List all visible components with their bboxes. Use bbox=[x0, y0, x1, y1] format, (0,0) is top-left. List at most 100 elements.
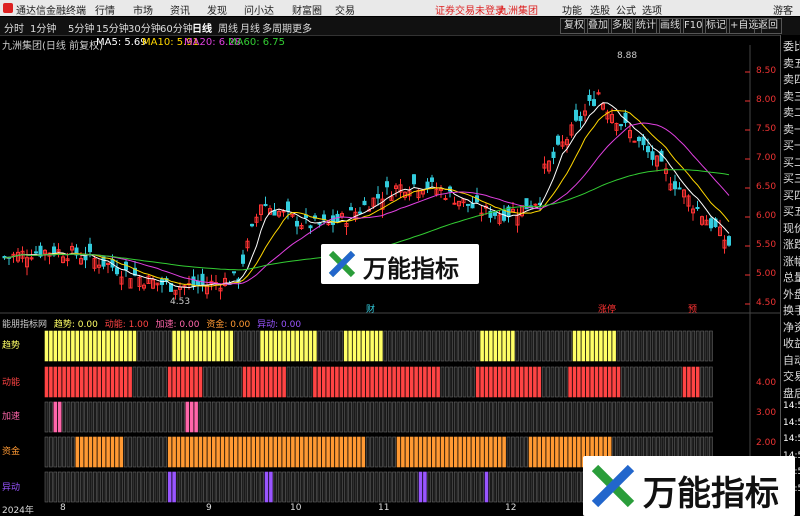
watermark-logo-icon bbox=[328, 250, 356, 278]
indicator-bar bbox=[88, 366, 93, 398]
indicator-bar bbox=[119, 401, 124, 433]
candle-body bbox=[533, 203, 538, 206]
indicator-bar bbox=[185, 366, 190, 398]
indicator-bar bbox=[709, 330, 713, 362]
indicator-bar bbox=[277, 330, 282, 362]
indicator-bar bbox=[264, 471, 269, 503]
menu-market[interactable]: 市场 bbox=[133, 2, 153, 17]
indicator-bar bbox=[405, 330, 410, 362]
indicator-bar bbox=[484, 401, 489, 433]
period-more[interactable]: 更多 bbox=[292, 20, 312, 35]
indicator-bar bbox=[695, 401, 700, 433]
indicator-bar bbox=[352, 471, 357, 503]
indicator-bar bbox=[436, 401, 440, 433]
period-15min[interactable]: 15分钟 bbox=[96, 20, 129, 35]
indicator-bar bbox=[167, 436, 172, 468]
indicator-bar bbox=[449, 401, 454, 433]
indicator-bar bbox=[418, 471, 423, 503]
indicator-bar bbox=[269, 366, 273, 398]
candle-body bbox=[34, 251, 38, 254]
back-button[interactable]: 返回 bbox=[754, 18, 782, 34]
indicator-bar bbox=[506, 471, 511, 503]
indicator-bar bbox=[321, 366, 326, 398]
period-30min[interactable]: 30分钟 bbox=[128, 20, 161, 35]
indicator-bar bbox=[53, 471, 58, 503]
indicator-bar bbox=[599, 330, 603, 362]
indicator-bar bbox=[176, 330, 181, 362]
indicator-bar bbox=[691, 330, 696, 362]
period-60min[interactable]: 60分钟 bbox=[160, 20, 193, 35]
indicator-bar bbox=[445, 401, 449, 433]
menu-formula[interactable]: 公式 bbox=[616, 2, 636, 17]
period-intraday[interactable]: 分时 bbox=[4, 20, 24, 35]
indicator-bar bbox=[572, 401, 577, 433]
indicator-bar bbox=[374, 436, 379, 468]
event-marker[interactable]: 预 bbox=[688, 304, 697, 315]
indicator-bar bbox=[313, 330, 317, 362]
indicator-bar bbox=[497, 436, 502, 468]
indicator-bar bbox=[700, 366, 704, 398]
period-daily[interactable]: 日线 bbox=[192, 20, 212, 35]
period-multi[interactable]: 多周期 bbox=[262, 20, 292, 35]
menu-trade[interactable]: 交易 bbox=[335, 2, 355, 17]
indicator-bar bbox=[704, 330, 709, 362]
indicator-bar bbox=[123, 401, 128, 433]
quote-field: 现价 bbox=[783, 221, 800, 235]
indicator-bar bbox=[700, 401, 704, 433]
indicator-bar bbox=[651, 366, 656, 398]
indicator-bar bbox=[528, 471, 533, 503]
candle-body bbox=[263, 203, 268, 207]
menu-function[interactable]: 功能 bbox=[562, 2, 582, 17]
login-alert[interactable]: 证券交易未登录 bbox=[435, 2, 505, 17]
indicator-bar bbox=[198, 471, 203, 503]
menu-options[interactable]: 选项 bbox=[642, 2, 662, 17]
indicator-bar bbox=[669, 401, 674, 433]
indicator-bar bbox=[260, 471, 264, 503]
period-1min[interactable]: 1分钟 bbox=[30, 20, 56, 35]
indicator-bar bbox=[207, 330, 212, 362]
indicator-bar bbox=[93, 436, 97, 468]
indicator-bar bbox=[71, 330, 75, 362]
period-weekly[interactable]: 周线 bbox=[218, 20, 238, 35]
menu-quotes[interactable]: 行情 bbox=[95, 2, 115, 17]
indicator-bar bbox=[616, 330, 621, 362]
menu-ask[interactable]: 问小达 bbox=[244, 2, 274, 17]
indicator-bar bbox=[273, 330, 278, 362]
period-monthly[interactable]: 月线 bbox=[240, 20, 260, 35]
indicator-bar bbox=[489, 330, 493, 362]
indicator-bar bbox=[106, 366, 110, 398]
indicator-bar bbox=[436, 471, 440, 503]
menu-wealth[interactable]: 财富圈 bbox=[292, 2, 322, 17]
quote-field: 收益 bbox=[783, 337, 800, 350]
indicator-bar bbox=[238, 330, 242, 362]
candle-body bbox=[470, 203, 475, 209]
menu-news[interactable]: 资讯 bbox=[170, 2, 190, 17]
watermark-corner: 万能指标 bbox=[583, 456, 795, 516]
indicator-bar bbox=[449, 436, 454, 468]
event-marker[interactable]: 涨停 bbox=[598, 303, 616, 315]
indicator-bar bbox=[211, 471, 216, 503]
indicator-bar bbox=[317, 471, 322, 503]
indicator-bar bbox=[132, 330, 137, 362]
period-5min[interactable]: 5分钟 bbox=[68, 20, 94, 35]
indicator-bar bbox=[163, 366, 168, 398]
indicator-bar bbox=[66, 471, 71, 503]
menu-stock-pick[interactable]: 选股 bbox=[590, 2, 610, 17]
guest-label[interactable]: 游客 bbox=[773, 2, 793, 17]
indicator-bar bbox=[449, 471, 454, 503]
menu-discover[interactable]: 发现 bbox=[207, 2, 227, 17]
indicator-bar bbox=[163, 330, 168, 362]
candle-body bbox=[677, 187, 682, 190]
indicator-bar bbox=[418, 366, 423, 398]
app-title: 通达信金融终端 bbox=[16, 6, 86, 17]
indicator-bar bbox=[396, 471, 401, 503]
indicator-bar bbox=[84, 436, 88, 468]
candle-body bbox=[430, 177, 434, 182]
event-marker[interactable]: 财 bbox=[366, 303, 375, 315]
indicator-bar bbox=[216, 330, 220, 362]
indicator-bar bbox=[71, 471, 75, 503]
indicator-tick: 3.00 bbox=[756, 408, 777, 418]
indicator-bar bbox=[282, 366, 286, 398]
indicator-bar bbox=[154, 401, 159, 433]
indicator-bar bbox=[273, 471, 278, 503]
